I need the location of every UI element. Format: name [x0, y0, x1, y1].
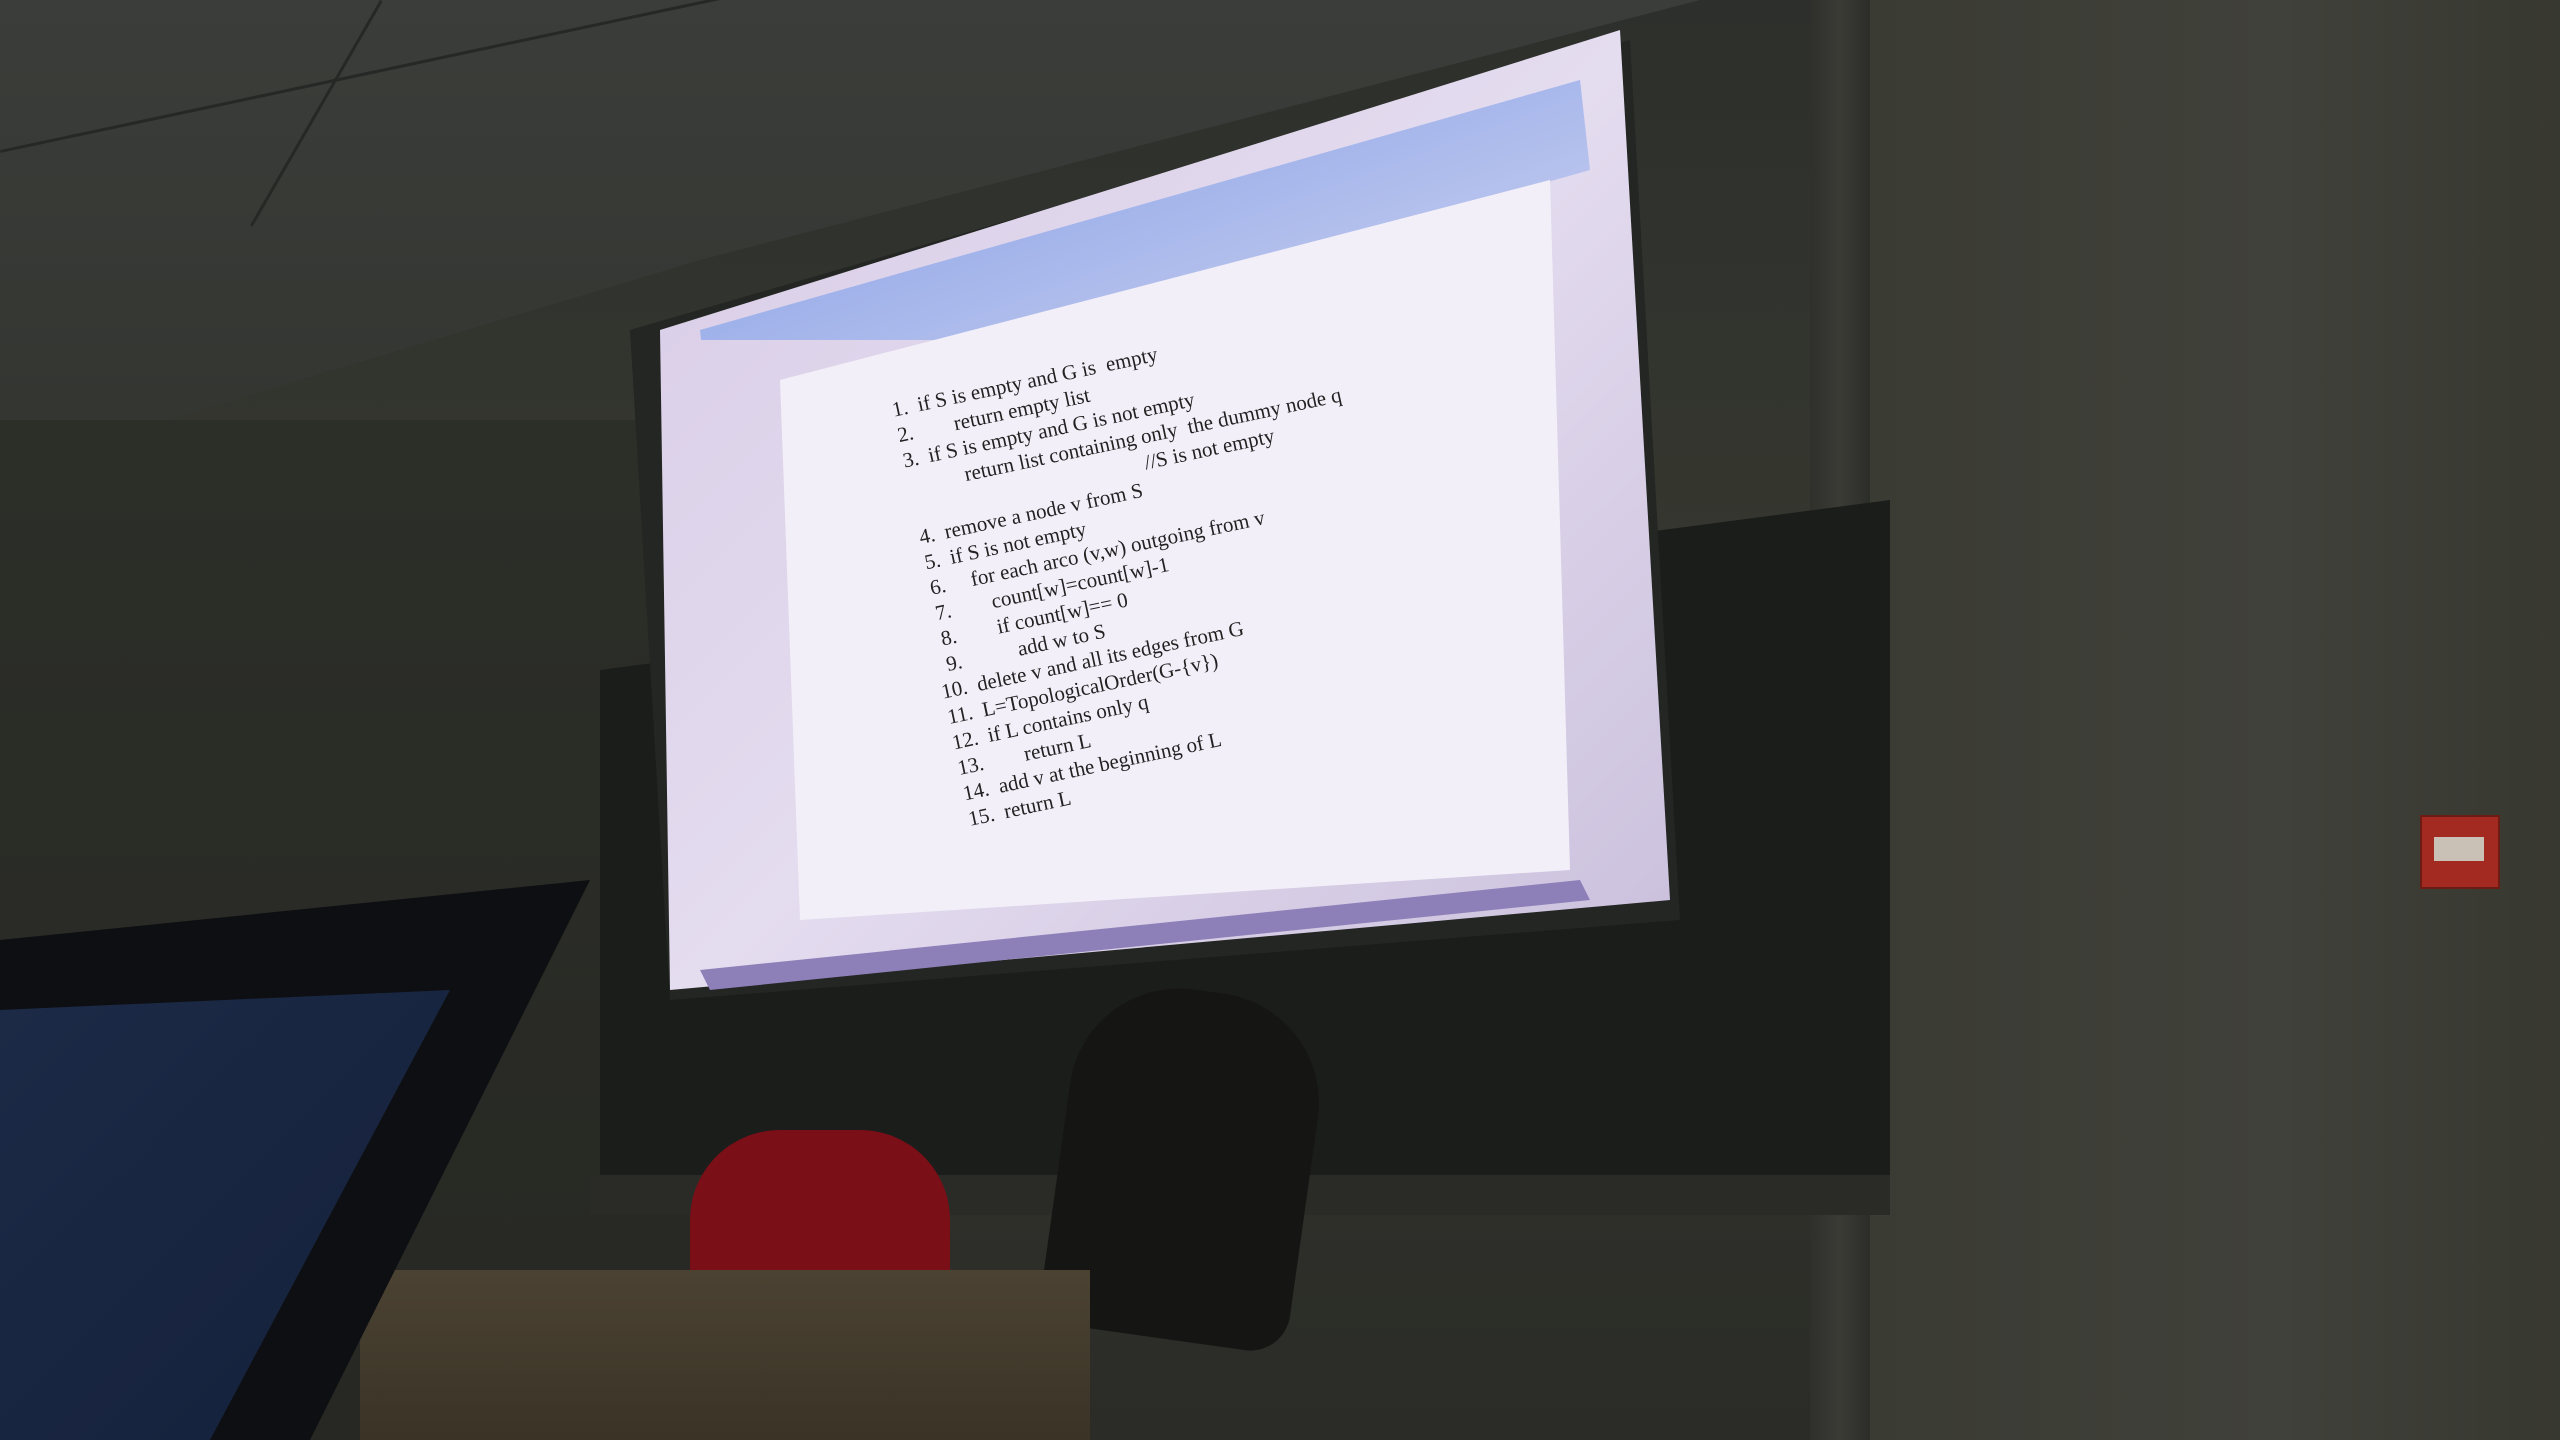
fire-alarm-box — [2420, 815, 2500, 889]
right-wall — [1860, 0, 2560, 1440]
desk — [360, 1270, 1090, 1440]
alarm-glass-panel — [2434, 837, 2484, 861]
